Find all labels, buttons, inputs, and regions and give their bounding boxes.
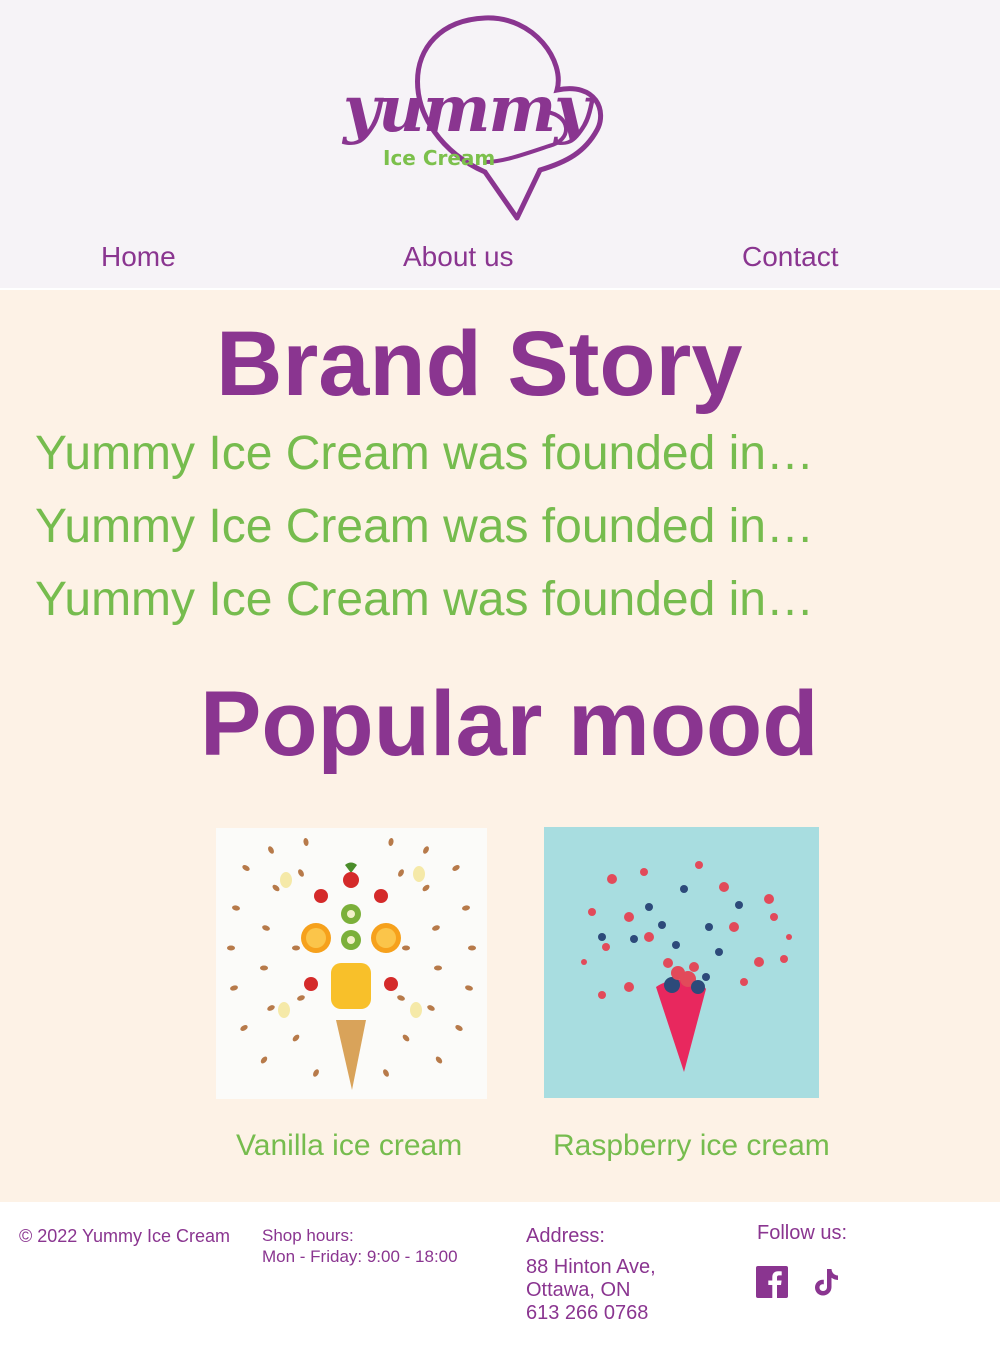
logo-yummy-text: yummy [343,72,591,147]
logo-subtext: Ice Cream [383,146,496,170]
nav-about-us[interactable]: About us [403,240,514,274]
vanilla-ice-cream-image[interactable] [216,828,487,1099]
follow-us-label: Follow us: [757,1222,848,1244]
nav-contact[interactable]: Contact [742,240,839,274]
facebook-icon[interactable] [756,1266,788,1298]
brand-story-line: Yummy Ice Cream was founded in… [35,500,814,553]
address-line: Ottawa, ON [526,1279,631,1301]
raspberry-ice-cream-image[interactable] [544,827,819,1098]
vanilla-caption: Vanilla ice cream [236,1129,463,1162]
brand-story-line: Yummy Ice Cream was founded in… [35,427,814,480]
shop-hours-value: Mon - Friday: 9:00 - 18:00 [262,1247,458,1266]
shop-hours-label: Shop hours: [262,1226,354,1245]
raspberry-caption: Raspberry ice cream [553,1129,830,1162]
copyright-text: © 2022 Yummy Ice Cream [19,1226,231,1246]
address-line: 88 Hinton Ave, [526,1256,656,1278]
site-footer: © 2022 Yummy Ice Cream Shop hours: Mon -… [0,1202,1000,1349]
brand-story-title: Brand Story [216,313,743,415]
nav-home[interactable]: Home [101,240,176,274]
brand-logo[interactable]: yummy Ice Cream [335,12,615,227]
brand-story-line: Yummy Ice Cream was founded in… [35,573,814,626]
main-content: Brand Story Yummy Ice Cream was founded … [0,290,1000,1202]
popular-mood-title: Popular mood [200,673,819,775]
address-label: Address: [526,1225,605,1247]
site-header: yummy Ice Cream Home About us Contact [0,0,1000,288]
tiktok-icon[interactable] [810,1266,842,1298]
phone-number: 613 266 0768 [526,1302,649,1324]
